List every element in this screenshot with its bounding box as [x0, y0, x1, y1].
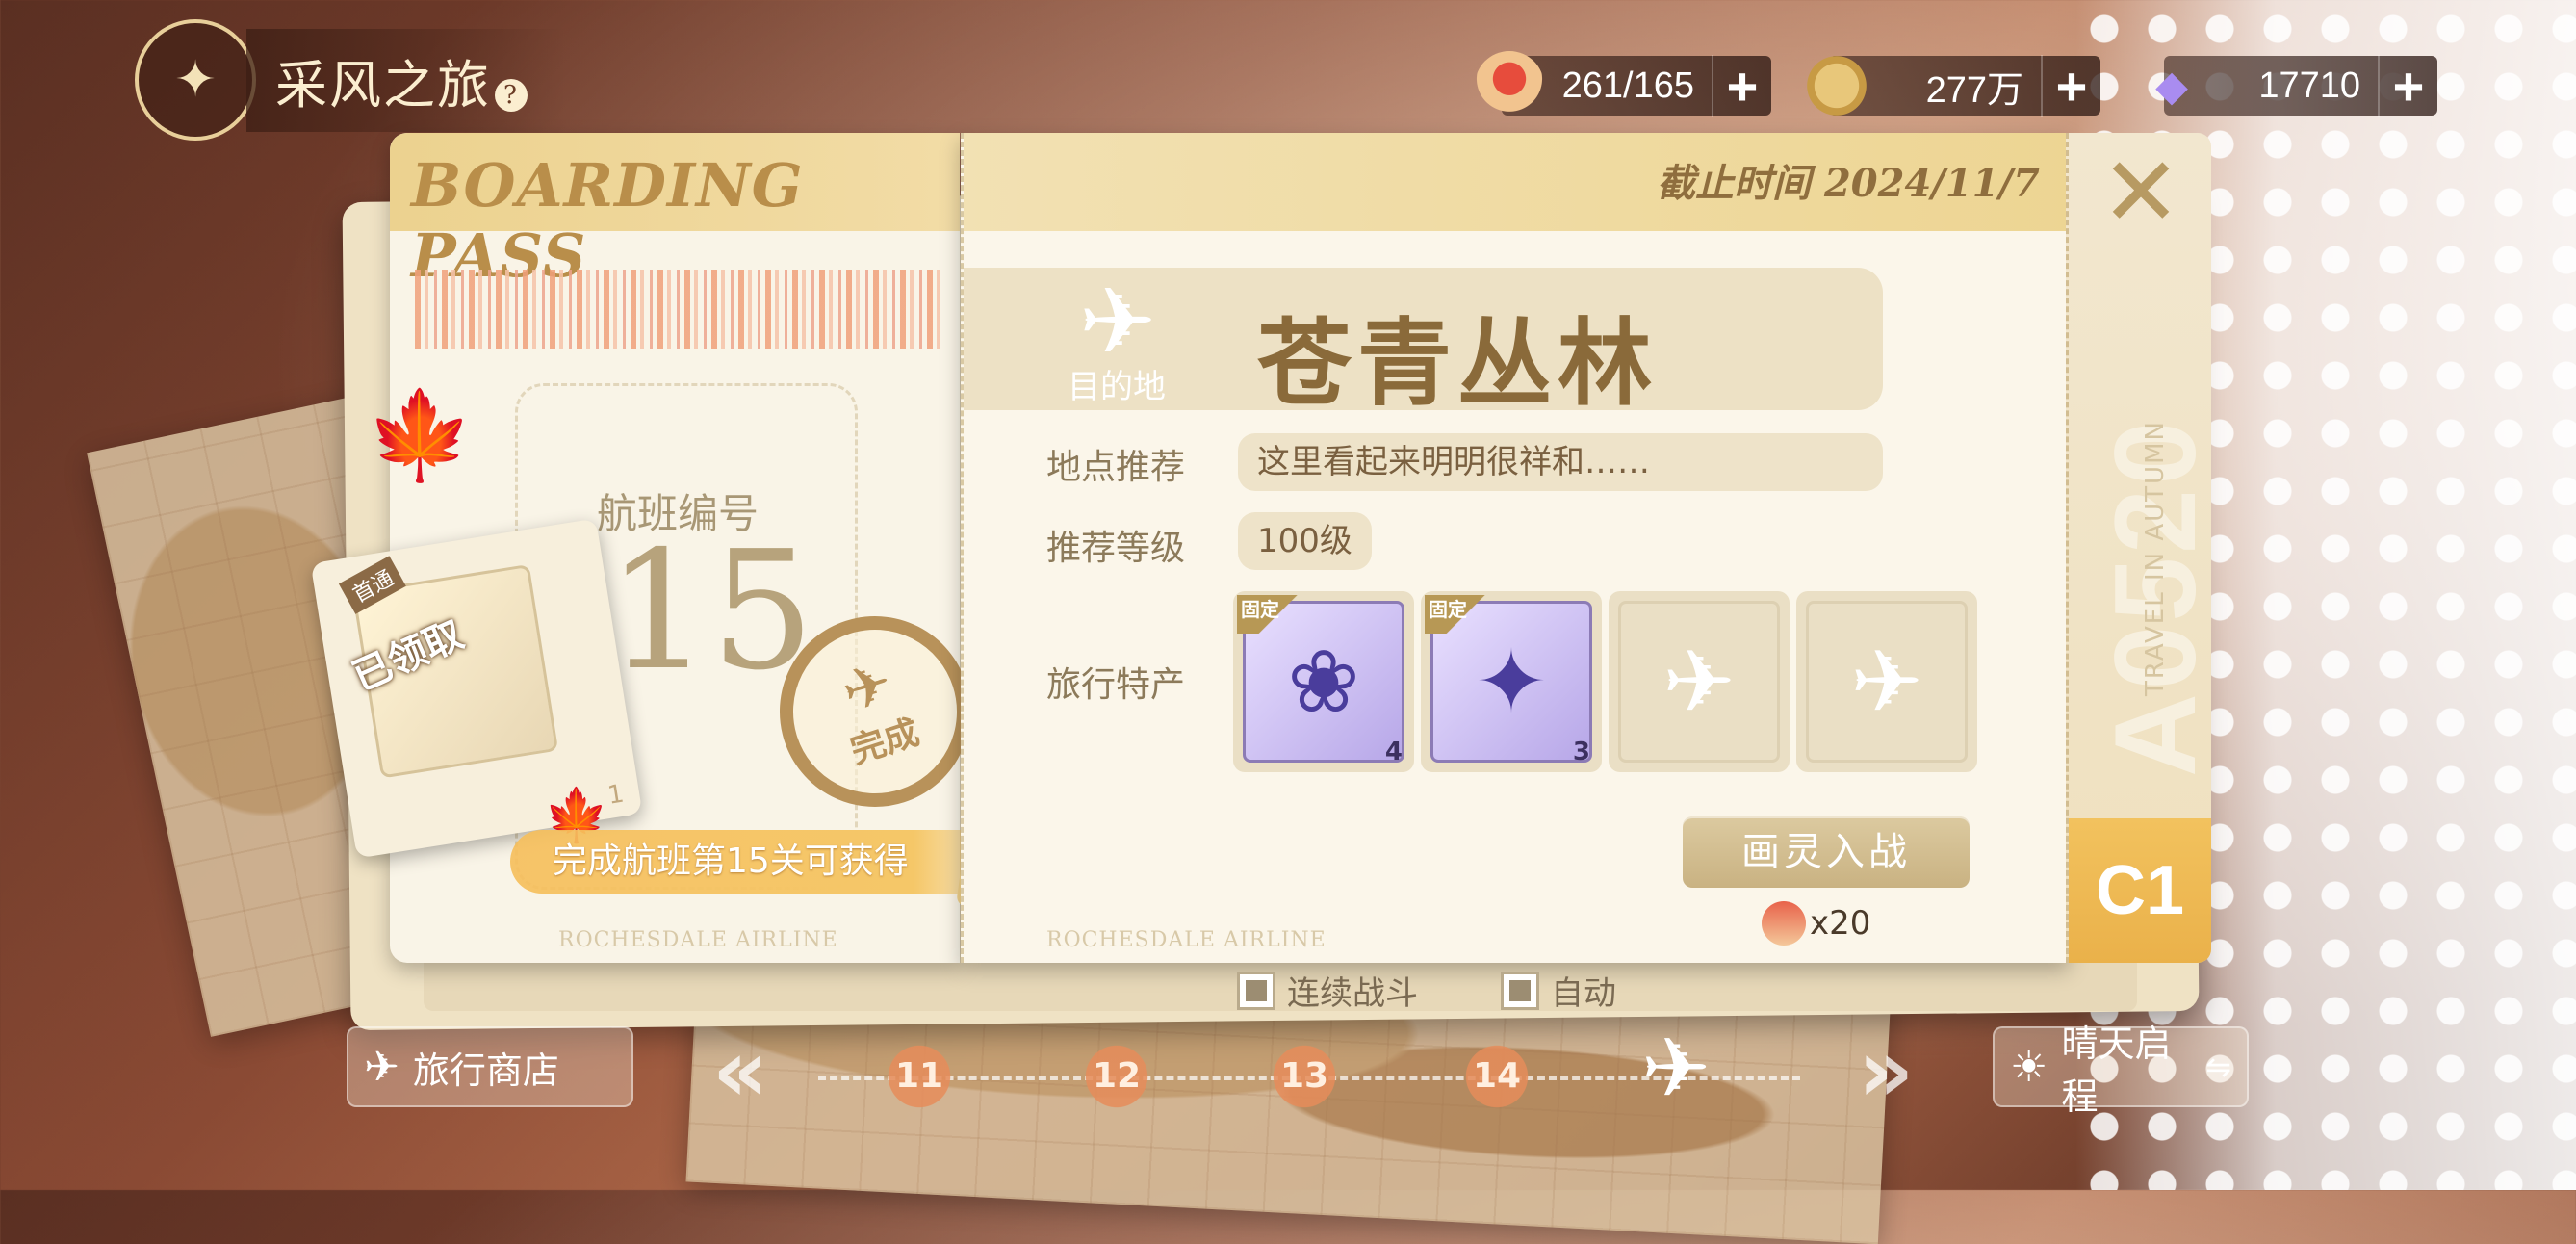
strawberry-cake-icon: [1762, 901, 1806, 946]
deadline-text: 截止时间 2024/11/7: [1657, 161, 2040, 206]
stub-motto: TRAVEL IN AUTUMN: [2141, 420, 2170, 696]
checkbox-box: [1237, 971, 1275, 1010]
resource-coins: 277万 +: [1802, 51, 2100, 120]
stage-node[interactable]: 14: [1449, 1028, 1545, 1125]
checkbox-box: [1501, 971, 1539, 1010]
stamina-value: 261/165: [1561, 65, 1694, 106]
level-label: 推荐等级: [1046, 529, 1186, 568]
add-stamina-button[interactable]: +: [1712, 54, 1771, 117]
battle-cost-value: x20: [1810, 904, 1871, 943]
destination-label: 目的地: [1068, 368, 1166, 406]
diamond-icon: ◆: [2155, 62, 2188, 110]
help-icon[interactable]: ?: [495, 78, 528, 112]
auto-checkbox[interactable]: 自动: [1501, 967, 1616, 1014]
butterfly-emblem-icon: ✦: [135, 19, 256, 141]
barcode: [415, 270, 940, 349]
specialty-item-slot[interactable]: ✦ 固定 3: [1421, 591, 1602, 772]
continuous-battle-checkbox[interactable]: 连续战斗: [1237, 967, 1418, 1014]
stage-node[interactable]: 11: [871, 1028, 967, 1125]
page-title: 采风之旅?: [246, 28, 566, 132]
flight-number: 15: [606, 516, 815, 707]
travel-shop-label: 旅行商店: [412, 1049, 559, 1092]
page-title-bar: ✦ 采风之旅?: [135, 19, 566, 141]
strawberry-cake-icon: [1475, 51, 1544, 120]
airplane-icon: ✈: [364, 1042, 399, 1092]
destination-name: 苍青丛林: [1257, 309, 1659, 419]
maple-leaf-icon: 🍁: [366, 385, 475, 486]
boarding-pass-stub: ✕ A0520 TRAVEL IN AUTUMN C1: [2066, 133, 2220, 963]
item-count: 4: [1384, 738, 1403, 766]
airplane-placeholder-icon: ✈: [1806, 601, 1968, 763]
airplane-icon: ✈: [1078, 268, 1157, 376]
fixed-tag: 固定: [1425, 595, 1506, 634]
prev-page-arrow-icon[interactable]: «: [712, 1028, 768, 1115]
add-gems-button[interactable]: +: [2378, 54, 2437, 117]
reward-count: 1: [605, 779, 627, 811]
battle-cost: x20: [1762, 901, 1870, 946]
next-page-arrow-icon[interactable]: »: [1858, 1028, 1914, 1115]
coin-icon: [1802, 51, 1871, 120]
specialty-item-slot-empty: ✈: [1796, 591, 1977, 772]
resource-gems: ◆ 17710 +: [2155, 54, 2437, 117]
resource-stamina: 261/165 +: [1475, 51, 1771, 120]
fixed-tag: 固定: [1237, 595, 1318, 634]
stage-node[interactable]: 13: [1256, 1028, 1352, 1125]
travel-shop-button[interactable]: ✈ 旅行商店: [347, 1026, 633, 1107]
level-value: 100级: [1238, 512, 1372, 570]
location-label: 地点推荐: [1046, 448, 1186, 487]
stub-class: C1: [2069, 818, 2211, 963]
sunny-start-label: 晴天启程: [2061, 1023, 2172, 1118]
airline-name: ROCHESDALE AIRLINE: [558, 928, 838, 952]
airline-name: ROCHESDALE AIRLINE: [1046, 928, 1327, 952]
item-count: 3: [1572, 738, 1590, 766]
continuous-battle-label: 连续战斗: [1287, 974, 1418, 1013]
coins-value: 277万: [1925, 69, 2023, 111]
sunny-start-button[interactable]: ☀ 晴天启程 ⇋: [1993, 1023, 2249, 1118]
specialty-label: 旅行特产: [1046, 665, 1186, 705]
current-stage-airplane-icon[interactable]: ✈: [1641, 1021, 1711, 1117]
swap-icon: ⇋: [2205, 1049, 2231, 1085]
sun-icon: ☀: [2010, 1042, 2048, 1092]
stage-node[interactable]: 12: [1069, 1028, 1165, 1125]
add-coins-button[interactable]: +: [2041, 54, 2100, 117]
location-text: 这里看起来明明很祥和……: [1238, 433, 1883, 491]
close-icon[interactable]: ✕: [2088, 144, 2194, 241]
gems-value: 17710: [2258, 65, 2360, 106]
auto-label: 自动: [1551, 974, 1616, 1013]
enter-battle-button[interactable]: 画灵入战: [1683, 816, 1970, 888]
clear-reward-banner: 完成航班第15关可获得: [510, 830, 1015, 894]
specialty-item-slot-empty: ✈: [1609, 591, 1790, 772]
airplane-placeholder-icon: ✈: [1618, 601, 1780, 763]
specialty-item-slot[interactable]: ❀ 固定 4: [1233, 591, 1414, 772]
